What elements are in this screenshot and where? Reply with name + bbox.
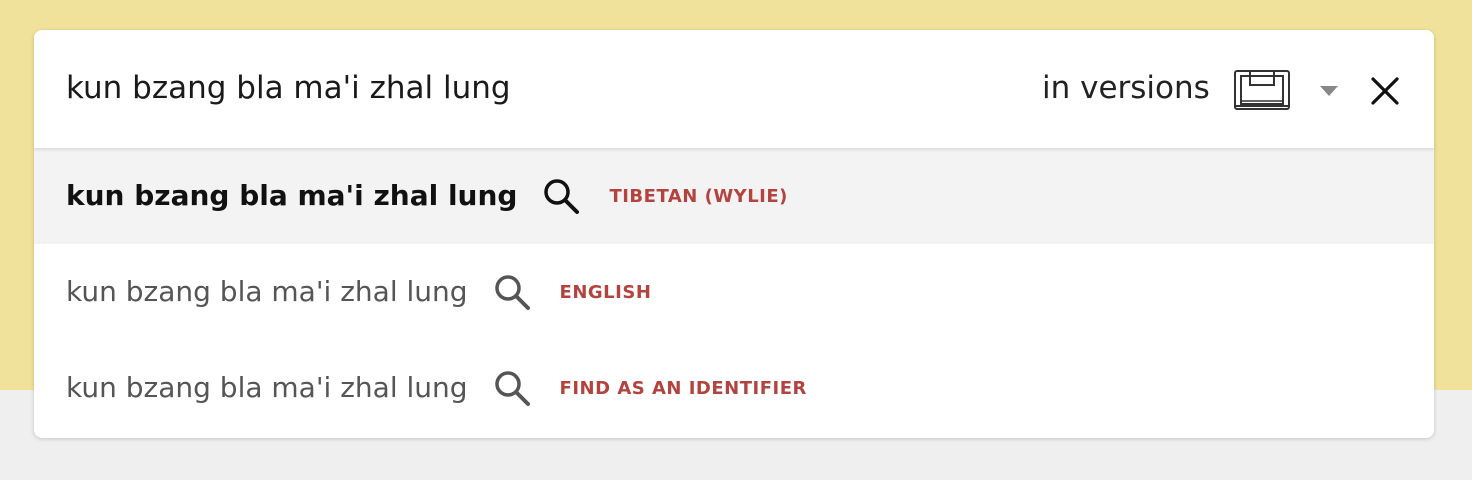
search-panel: kun bzang bla ma'i zhal lung in versions…	[34, 30, 1434, 438]
search-icon	[494, 275, 530, 310]
book-icon[interactable]	[1232, 68, 1292, 112]
suggestion-item[interactable]: kun bzang bla ma'i zhal lung FIND AS AN …	[34, 340, 1434, 436]
suggestion-type: ENGLISH	[559, 281, 652, 303]
suggestion-query: kun bzang bla ma'i zhal lung	[66, 275, 468, 308]
search-input[interactable]: kun bzang bla ma'i zhal lung	[66, 68, 511, 108]
search-scope-label[interactable]: in versions	[1042, 68, 1210, 108]
close-icon[interactable]	[1370, 76, 1400, 106]
suggestion-type: FIND AS AN IDENTIFIER	[559, 377, 807, 399]
page: kun bzang bla ma'i zhal lung in versions…	[0, 0, 1472, 480]
suggestions-list: kun bzang bla ma'i zhal lung TIBETAN (WY…	[34, 148, 1434, 436]
search-icon	[544, 179, 580, 214]
suggestion-query: kun bzang bla ma'i zhal lung	[66, 371, 468, 404]
search-icon	[494, 371, 530, 406]
suggestion-type: TIBETAN (WYLIE)	[609, 185, 788, 207]
chevron-down-icon[interactable]	[1320, 86, 1338, 96]
search-bar: kun bzang bla ma'i zhal lung in versions	[34, 30, 1434, 148]
suggestion-item[interactable]: kun bzang bla ma'i zhal lung ENGLISH	[34, 244, 1434, 340]
suggestion-query: kun bzang bla ma'i zhal lung	[66, 179, 518, 212]
suggestion-item[interactable]: kun bzang bla ma'i zhal lung TIBETAN (WY…	[34, 148, 1434, 244]
